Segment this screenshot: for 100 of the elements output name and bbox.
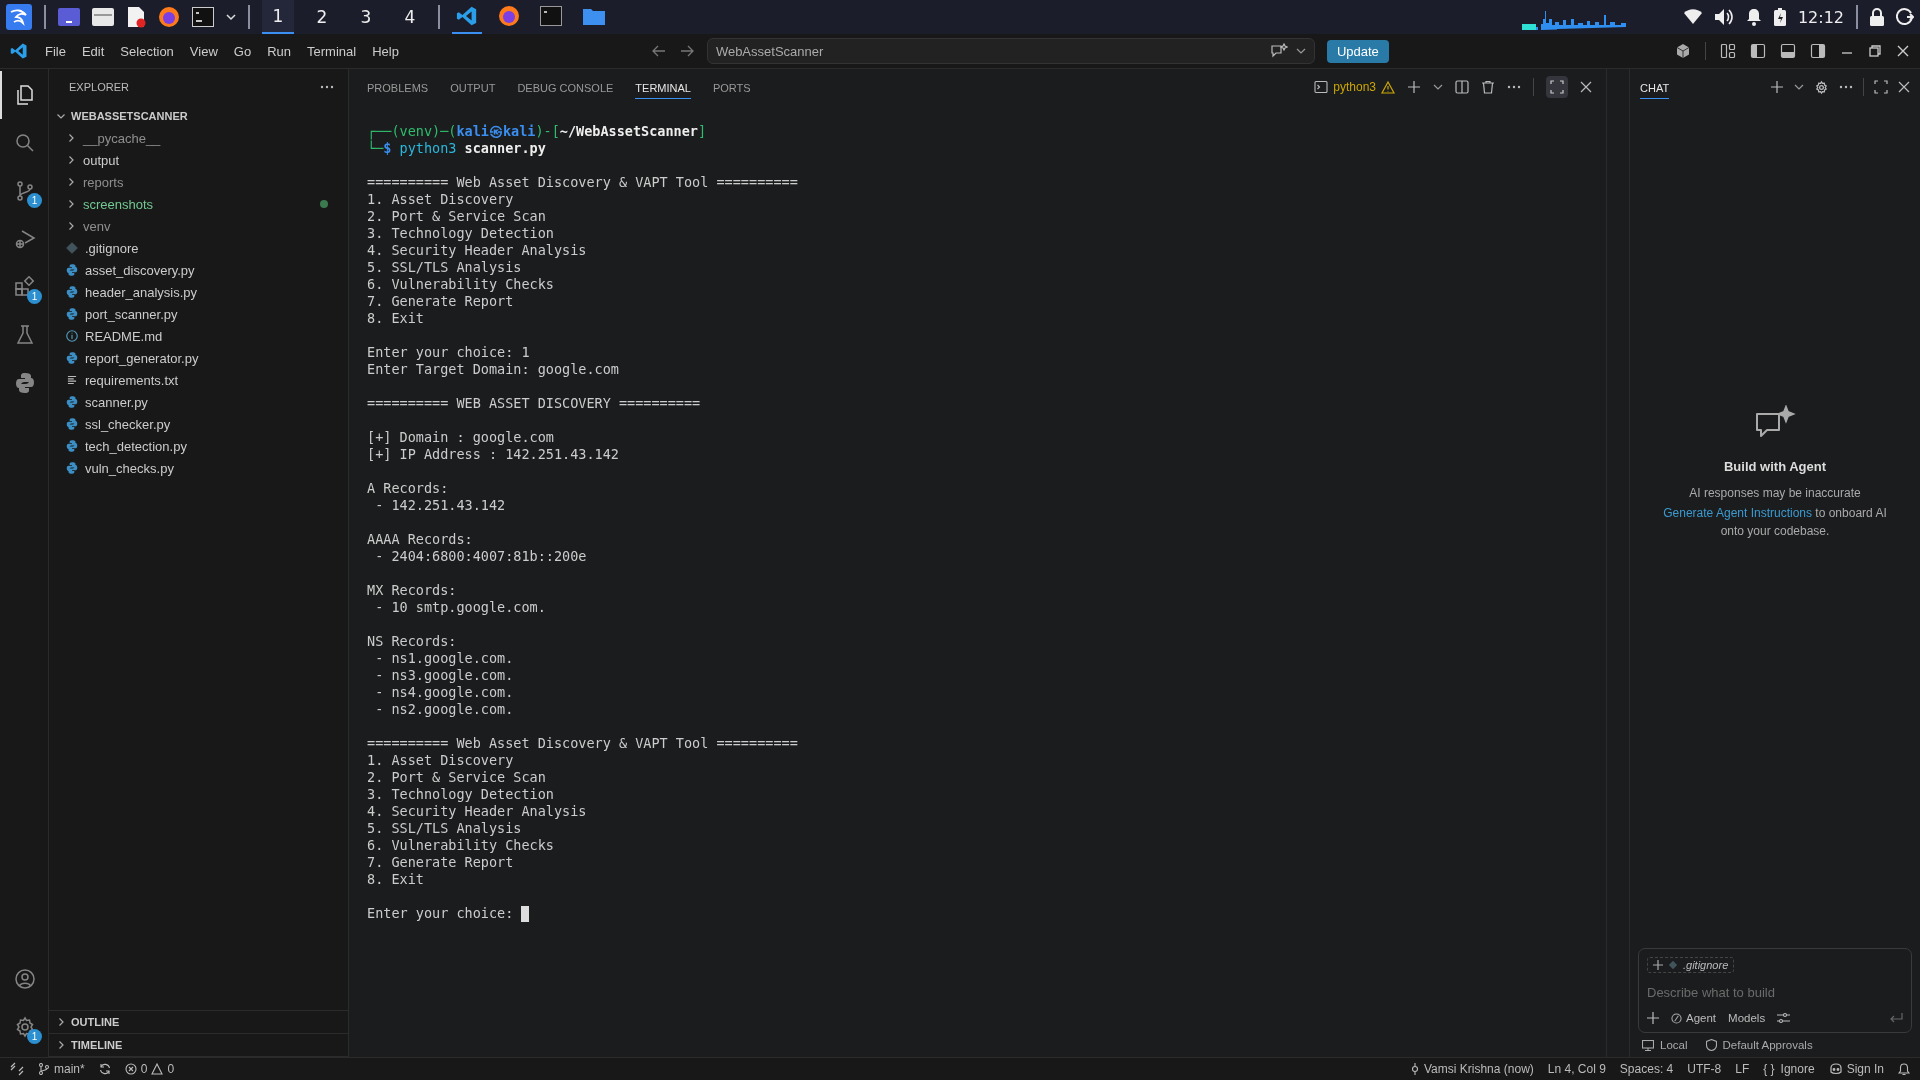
explorer-folder[interactable]: reports	[49, 171, 348, 193]
text-editor-icon[interactable]	[126, 6, 146, 28]
mode-button[interactable]: Agent	[1671, 1012, 1717, 1024]
status-item[interactable]: { } Ignore	[1763, 1062, 1815, 1076]
power-icon[interactable]	[1896, 8, 1914, 26]
explorer-entry[interactable]: port_scanner.py	[49, 303, 348, 325]
menu-item[interactable]: View	[182, 39, 225, 63]
restore-icon[interactable]	[1868, 44, 1882, 58]
workspace-button[interactable]: 1	[262, 0, 294, 34]
clock[interactable]: 12:12	[1797, 7, 1844, 27]
forward-arrow-icon[interactable]	[678, 43, 695, 59]
run-debug-icon[interactable]	[13, 227, 37, 251]
explorer-entry[interactable]: .gitignore	[49, 237, 348, 259]
panel-tab[interactable]: DEBUG CONSOLE	[517, 75, 614, 99]
menu-item[interactable]: File	[38, 39, 73, 63]
remote-icon[interactable]	[10, 1062, 24, 1076]
explorer-entry[interactable]: asset_discovery.py	[49, 259, 348, 281]
explorer-entry[interactable]: header_analysis.py	[49, 281, 348, 303]
chevron-down-icon[interactable]	[1295, 46, 1306, 56]
plus-icon[interactable]	[1407, 80, 1421, 94]
menu-item[interactable]: Terminal	[300, 39, 364, 63]
explorer-entry[interactable]: README.md	[49, 325, 348, 347]
explorer-folder[interactable]: screenshots	[49, 193, 348, 215]
sidebar-right-icon[interactable]	[1810, 43, 1826, 59]
chat-input-field[interactable]: Describe what to build	[1647, 983, 1903, 1002]
python-icon[interactable]	[13, 371, 37, 395]
branch-indicator[interactable]: main*	[38, 1062, 85, 1076]
status-item[interactable]: Spaces: 4	[1619, 1062, 1674, 1076]
explorer-entry[interactable]: report_generator.py	[49, 347, 348, 369]
terminal-icon[interactable]	[192, 7, 214, 27]
status-item[interactable]: UTF-8	[1687, 1062, 1722, 1076]
bell-icon[interactable]	[1745, 8, 1762, 26]
volume-icon[interactable]	[1713, 8, 1734, 26]
status-item[interactable]: Vamsi Krishna (now)	[1410, 1062, 1534, 1076]
chevron-down-icon[interactable]	[226, 12, 236, 22]
more-icon[interactable]	[1507, 85, 1521, 89]
explorer-entry[interactable]: scanner.py	[49, 391, 348, 413]
update-button[interactable]: Update	[1326, 39, 1389, 63]
lock-icon[interactable]	[1870, 8, 1884, 26]
status-item[interactable]: LF	[1735, 1062, 1750, 1076]
settings-icon[interactable]	[1814, 79, 1829, 95]
menu-item[interactable]: Go	[226, 39, 259, 63]
folder-header[interactable]: WEBASSETSCANNER	[49, 105, 348, 127]
close-icon[interactable]	[1896, 44, 1910, 58]
wifi-icon[interactable]	[1683, 9, 1702, 25]
extensions-icon[interactable]	[13, 275, 37, 299]
trash-icon[interactable]	[1481, 80, 1495, 94]
status-item[interactable]: Sign In	[1828, 1062, 1884, 1076]
dragon-logo-icon[interactable]	[6, 4, 32, 30]
battery-icon[interactable]	[1773, 8, 1786, 26]
cube-icon[interactable]	[1675, 43, 1691, 59]
explorer-folder[interactable]: __pycache__	[49, 127, 348, 149]
explorer-folder[interactable]: venv	[49, 215, 348, 237]
account-icon[interactable]	[13, 967, 37, 991]
chat-input-box[interactable]: .gitignore Describe what to build Agent Models	[1638, 948, 1912, 1033]
panel-bottom-icon[interactable]	[1780, 43, 1796, 59]
maximize-icon[interactable]	[1874, 80, 1888, 94]
section-header[interactable]: OUTLINE	[49, 1011, 348, 1034]
explorer-entry[interactable]: ssl_checker.py	[49, 413, 348, 435]
explorer-entry[interactable]: tech_detection.py	[49, 435, 348, 457]
panel-tab[interactable]: OUTPUT	[450, 75, 496, 99]
more-icon[interactable]	[1839, 85, 1853, 89]
explorer-entry[interactable]: requirements.txt	[49, 369, 348, 391]
plus-icon[interactable]	[1647, 1012, 1659, 1024]
workspace-button[interactable]: 3	[350, 0, 382, 34]
desktop-icon[interactable]	[58, 8, 80, 26]
workspace-button[interactable]: 4	[394, 0, 426, 34]
chevron-down-icon[interactable]	[1794, 82, 1804, 92]
enter-icon[interactable]	[1889, 1013, 1903, 1023]
explorer-folder[interactable]: output	[49, 149, 348, 171]
back-arrow-icon[interactable]	[650, 43, 667, 59]
menu-item[interactable]: Edit	[74, 39, 112, 63]
sync-icon[interactable]	[98, 1063, 111, 1075]
chat-tab[interactable]: CHAT	[1640, 75, 1670, 99]
chat-sparkle-icon[interactable]	[1269, 43, 1288, 59]
chat-option-button[interactable]: Local	[1642, 1039, 1688, 1051]
panel-tab[interactable]: PROBLEMS	[367, 75, 429, 99]
workspace-button[interactable]: 2	[306, 0, 338, 34]
sidebar-left-icon[interactable]	[1750, 43, 1766, 59]
sliders-icon[interactable]	[1777, 1012, 1791, 1024]
maximize-button[interactable]	[1546, 76, 1568, 98]
status-item[interactable]: Ln 4, Col 9	[1547, 1062, 1606, 1076]
panel-tab[interactable]: TERMINAL	[635, 75, 691, 99]
context-attachment[interactable]: .gitignore	[1647, 957, 1735, 973]
menu-item[interactable]: Selection	[113, 39, 181, 63]
bell-icon[interactable]	[1898, 1062, 1910, 1076]
close-icon[interactable]	[1898, 81, 1910, 93]
firefox-icon[interactable]	[158, 6, 180, 28]
chat-option-button[interactable]: Default Approvals	[1705, 1039, 1813, 1051]
shell-selector[interactable]: python3	[1314, 80, 1395, 94]
plus-icon[interactable]	[1770, 80, 1784, 94]
close-icon[interactable]	[1580, 81, 1592, 93]
menu-item[interactable]: Run	[260, 39, 298, 63]
command-center-field[interactable]: WebAssetScanner	[706, 38, 1315, 64]
layout-icon[interactable]	[1720, 43, 1736, 59]
problems-indicator[interactable]: 0 0	[124, 1062, 175, 1076]
panel-tab[interactable]: PORTS	[712, 75, 751, 99]
models-button[interactable]: Models	[1728, 1012, 1766, 1024]
menu-item[interactable]: Help	[365, 39, 406, 63]
instructions-link[interactable]: Generate Agent Instructions	[1663, 506, 1812, 520]
